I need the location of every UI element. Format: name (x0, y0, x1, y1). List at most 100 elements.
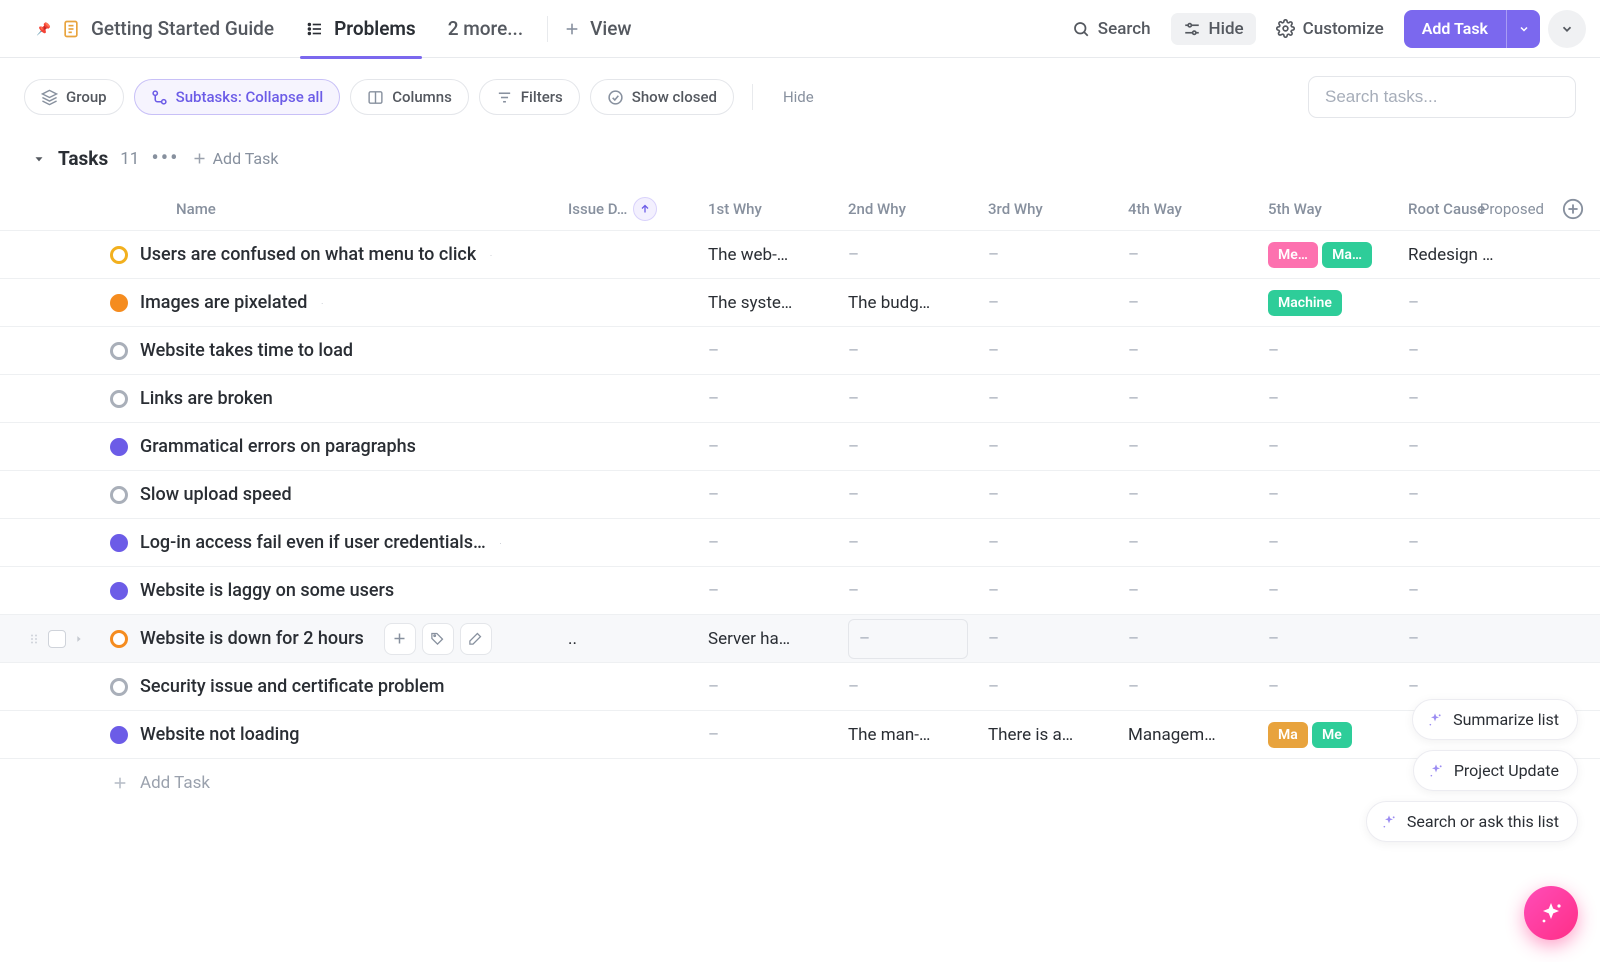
status-dot[interactable] (110, 534, 128, 552)
table-row[interactable]: Links are broken–––––– (0, 375, 1600, 423)
cell-proposed[interactable]: – (1400, 581, 1540, 601)
task-name[interactable]: Website not loading (140, 724, 299, 745)
cell-2nd-why[interactable]: – (840, 485, 980, 505)
cell-3rd-why[interactable]: – (980, 485, 1120, 505)
cell-issue-date[interactable]: .. (560, 629, 700, 649)
group-chip[interactable]: Group (24, 79, 124, 115)
task-name[interactable]: Links are broken (140, 388, 273, 409)
cell-2nd-why[interactable]: – (840, 619, 980, 659)
status-dot[interactable] (110, 486, 128, 504)
section-more-button[interactable]: ••• (151, 146, 179, 171)
cell-proposed[interactable]: Redesign … (1400, 245, 1540, 265)
cell-4th-way[interactable]: – (1120, 341, 1260, 361)
cell-2nd-why[interactable]: The budg… (840, 293, 980, 313)
root-cause-tag[interactable]: Ma (1268, 722, 1308, 748)
status-dot[interactable] (110, 678, 128, 696)
col-2nd-why[interactable]: 2nd Why (848, 200, 906, 218)
col-root-cause[interactable]: Root Cause (1408, 200, 1485, 218)
root-cause-tag[interactable]: Me (1312, 722, 1352, 748)
status-dot[interactable] (110, 390, 128, 408)
add-task-dropdown[interactable] (1506, 10, 1540, 48)
task-name[interactable]: Website is laggy on some users (140, 580, 394, 601)
cell-3rd-why[interactable]: – (980, 581, 1120, 601)
add-task-button[interactable]: Add Task (1404, 10, 1540, 48)
table-row[interactable]: Users are confused on what menu to click… (0, 231, 1600, 279)
cell-root-cause[interactable]: Machine (1260, 290, 1400, 316)
cell-4th-way[interactable]: – (1120, 293, 1260, 313)
toolbar-hide-button[interactable]: Hide (771, 88, 826, 106)
cell-1st-why[interactable]: The syste… (700, 293, 840, 313)
cell-1st-why[interactable]: – (700, 389, 840, 409)
task-name[interactable]: Log-in access fail even if user credenti… (140, 532, 486, 553)
cell-2nd-why[interactable]: – (840, 341, 980, 361)
cell-proposed[interactable]: – (1400, 389, 1540, 409)
cell-3rd-why[interactable]: – (980, 437, 1120, 457)
status-dot[interactable] (110, 630, 128, 648)
task-name[interactable]: Slow upload speed (140, 484, 292, 505)
col-3rd-why[interactable]: 3rd Why (988, 200, 1043, 218)
task-name[interactable]: Grammatical errors on paragraphs (140, 436, 416, 457)
table-row[interactable]: Website is down for 2 hours..Server ha…–… (0, 615, 1600, 663)
tab-more-views[interactable]: 2 more... (432, 0, 539, 58)
root-cause-tag[interactable]: Ma… (1322, 242, 1372, 268)
ai-summarize-chip[interactable]: Summarize list (1412, 699, 1578, 740)
root-cause-tag[interactable]: Me… (1268, 242, 1318, 268)
cell-proposed[interactable]: – (1400, 437, 1540, 457)
cell-1st-why[interactable]: – (700, 485, 840, 505)
cell-proposed[interactable]: – (1400, 629, 1540, 649)
cell-1st-why[interactable]: – (700, 341, 840, 361)
table-row[interactable]: Slow upload speed–––––– (0, 471, 1600, 519)
task-name[interactable]: Website takes time to load (140, 340, 353, 361)
table-row[interactable]: Grammatical errors on paragraphs–––––– (0, 423, 1600, 471)
col-4th-way[interactable]: 4th Way (1128, 200, 1182, 218)
col-issue-date[interactable]: Issue D… (568, 200, 627, 218)
cell-root-cause[interactable]: – (1260, 677, 1400, 697)
columns-chip[interactable]: Columns (350, 79, 469, 115)
cell-1st-why[interactable]: – (700, 581, 840, 601)
cell-proposed[interactable]: – (1400, 533, 1540, 553)
cell-1st-why[interactable]: – (700, 677, 840, 697)
cell-1st-why[interactable]: – (700, 725, 840, 745)
status-dot[interactable] (110, 726, 128, 744)
col-name[interactable]: Name (176, 200, 216, 218)
section-add-task-button[interactable]: Add Task (192, 149, 279, 168)
task-name[interactable]: Users are confused on what menu to click (140, 244, 476, 265)
hide-button[interactable]: Hide (1171, 13, 1256, 45)
sort-asc-icon[interactable] (633, 197, 657, 221)
cell-4th-way[interactable]: – (1120, 389, 1260, 409)
ai-search-chip[interactable]: Search or ask this list (1366, 801, 1578, 842)
cell-3rd-why[interactable]: – (980, 341, 1120, 361)
table-row[interactable]: Images are pixelated.The syste…The budg…… (0, 279, 1600, 327)
cell-root-cause[interactable]: – (1260, 389, 1400, 409)
cell-4th-way[interactable]: – (1120, 677, 1260, 697)
tag-button[interactable] (422, 623, 454, 655)
edit-button[interactable] (460, 623, 492, 655)
cell-4th-way[interactable]: – (1120, 245, 1260, 265)
cell-1st-why[interactable]: Server ha… (700, 629, 840, 649)
add-view-button[interactable]: View (556, 0, 647, 58)
cell-2nd-why[interactable]: – (840, 533, 980, 553)
status-dot[interactable] (110, 342, 128, 360)
table-row[interactable]: Website is laggy on some users–––––– (0, 567, 1600, 615)
cell-2nd-why[interactable]: The man-… (840, 725, 980, 745)
filters-chip[interactable]: Filters (479, 79, 580, 115)
cell-3rd-why[interactable]: – (980, 677, 1120, 697)
cell-2nd-why[interactable]: – (840, 245, 980, 265)
cell-root-cause[interactable]: – (1260, 341, 1400, 361)
cell-4th-way[interactable]: – (1120, 437, 1260, 457)
status-dot[interactable] (110, 438, 128, 456)
drag-handle-icon[interactable] (28, 631, 40, 647)
cell-3rd-why[interactable]: – (980, 629, 1120, 649)
collapse-toggle[interactable] (32, 152, 46, 166)
ai-project-update-chip[interactable]: Project Update (1413, 750, 1578, 791)
cell-proposed[interactable]: – (1400, 677, 1540, 697)
root-cause-tag[interactable]: Machine (1268, 290, 1342, 316)
cell-2nd-why[interactable]: – (840, 677, 980, 697)
more-menu-button[interactable] (1548, 10, 1586, 48)
row-checkbox[interactable] (48, 630, 66, 648)
cell-3rd-why[interactable]: – (980, 533, 1120, 553)
task-name[interactable]: Website is down for 2 hours (140, 628, 364, 649)
add-subtask-button[interactable] (384, 623, 416, 655)
cell-2nd-why[interactable]: – (840, 389, 980, 409)
cell-2nd-why[interactable]: – (840, 437, 980, 457)
